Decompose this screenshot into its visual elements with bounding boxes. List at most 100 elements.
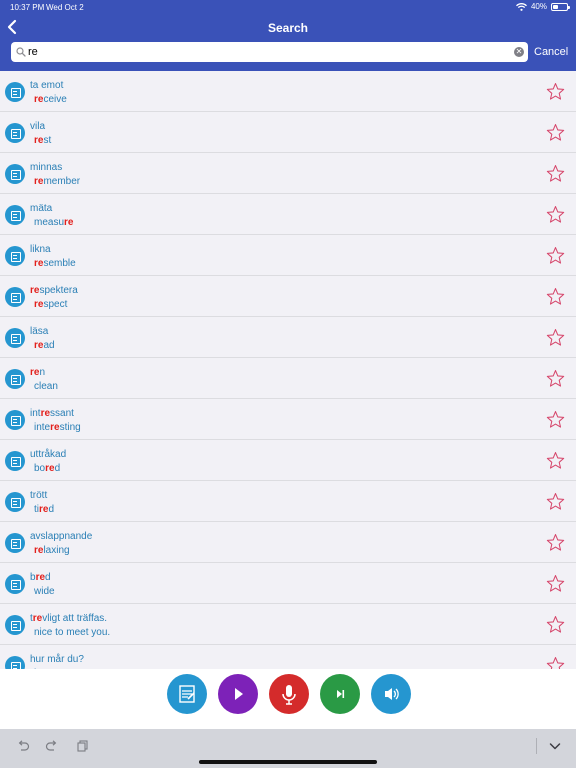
word-segment: vila: [30, 121, 46, 132]
match-highlight: re: [40, 408, 51, 419]
word-segment: spect: [43, 299, 68, 310]
flashcard-icon: [5, 246, 25, 266]
flashcard-icon: [5, 123, 25, 143]
list-item[interactable]: vila rest: [0, 112, 576, 153]
skip-button[interactable]: [320, 674, 360, 714]
list-item[interactable]: trevligt att träffas. nice to meet you.: [0, 604, 576, 645]
star-icon[interactable]: [546, 82, 565, 101]
list-item[interactable]: ta emot receive: [0, 71, 576, 112]
results-list[interactable]: ta emot receive vila rest minnas remember mäta…: [0, 71, 576, 669]
flashcard-icon: [5, 656, 25, 669]
cancel-button[interactable]: Cancel: [534, 46, 568, 58]
word-segment: spektera: [39, 285, 78, 296]
play-button[interactable]: [218, 674, 258, 714]
notes-button[interactable]: [167, 674, 207, 714]
navigation-header: 10:37 PM Wed Oct 2 40% Search ✕ Cancel: [0, 0, 576, 71]
record-button[interactable]: [269, 674, 309, 714]
list-item[interactable]: trött tired: [0, 481, 576, 522]
status-date: Wed Oct 2: [46, 3, 84, 12]
page-title: Search: [267, 21, 309, 35]
swedish-phrase: vila: [30, 121, 45, 132]
star-icon[interactable]: [546, 328, 565, 347]
search-icon: [16, 47, 26, 57]
list-item[interactable]: intressant interesting: [0, 399, 576, 440]
star-icon[interactable]: [546, 410, 565, 429]
search-field[interactable]: ✕: [11, 42, 528, 62]
list-item[interactable]: uttråkad bored: [0, 440, 576, 481]
word-segment: hur mår du?: [30, 654, 84, 665]
skip-next-icon: [320, 690, 360, 718]
word-segment: semble: [43, 258, 76, 269]
toolbar-divider: [536, 738, 537, 754]
star-icon[interactable]: [546, 205, 565, 224]
list-item[interactable]: minnas remember: [0, 153, 576, 194]
speaker-icon: [371, 688, 411, 718]
word-segment: measu: [34, 217, 65, 228]
list-item[interactable]: bred wide: [0, 563, 576, 604]
star-icon[interactable]: [546, 492, 565, 511]
play-icon: [218, 688, 258, 718]
flashcard-icon: [5, 328, 25, 348]
star-icon[interactable]: [546, 656, 565, 669]
status-bar: 10:37 PM Wed Oct 2 40%: [0, 0, 576, 14]
word-segment: wide: [34, 586, 55, 597]
list-item[interactable]: ren clean: [0, 358, 576, 399]
word-segment: nice to meet you.: [34, 627, 111, 638]
english-translation: remember: [34, 176, 80, 187]
english-translation: relaxing: [34, 545, 70, 556]
list-item[interactable]: respektera respect: [0, 276, 576, 317]
word-segment: avslappnande: [30, 531, 93, 542]
star-icon[interactable]: [546, 287, 565, 306]
star-icon[interactable]: [546, 369, 565, 388]
star-icon[interactable]: [546, 451, 565, 470]
star-icon[interactable]: [546, 246, 565, 265]
home-indicator: [199, 760, 377, 764]
list-item[interactable]: hur mår du?how are you?: [0, 645, 576, 669]
match-highlight: re: [35, 572, 46, 583]
keyboard-shortcut-bar: [0, 729, 576, 768]
flashcard-icon: [5, 410, 25, 430]
word-segment: inte: [34, 422, 51, 433]
star-icon[interactable]: [546, 574, 565, 593]
star-icon[interactable]: [546, 533, 565, 552]
speaker-button[interactable]: [371, 674, 411, 714]
search-input[interactable]: [28, 44, 498, 60]
star-icon[interactable]: [546, 615, 565, 634]
redo-icon[interactable]: [45, 739, 59, 753]
undo-icon[interactable]: [16, 739, 30, 753]
flashcard-icon: [5, 369, 25, 389]
word-segment: uttråkad: [30, 449, 67, 460]
status-time: 10:37 PM: [10, 3, 45, 12]
audio-controls: [0, 669, 576, 729]
star-icon[interactable]: [546, 164, 565, 183]
english-translation: bored: [34, 463, 60, 474]
list-item[interactable]: avslappnande relaxing: [0, 522, 576, 563]
word-segment: member: [43, 176, 81, 187]
word-segment: trött: [30, 490, 48, 501]
flashcard-icon: [5, 492, 25, 512]
list-item[interactable]: mäta measure: [0, 194, 576, 235]
word-segment: läsa: [30, 326, 49, 337]
swedish-phrase: trevligt att träffas.: [30, 613, 107, 624]
keyboard-dismiss-icon[interactable]: [548, 739, 562, 753]
flashcard-icon: [5, 82, 25, 102]
notes-icon: [167, 685, 207, 718]
flashcard-icon: [5, 574, 25, 594]
english-translation: nice to meet you.: [34, 627, 110, 638]
word-segment: d: [54, 463, 61, 474]
word-segment: bo: [34, 463, 46, 474]
word-segment: ad: [43, 340, 55, 351]
swedish-phrase: ta emot: [30, 80, 63, 91]
word-segment: st: [43, 135, 52, 146]
list-item[interactable]: läsa read: [0, 317, 576, 358]
english-translation: interesting: [34, 422, 81, 433]
match-highlight: re: [50, 422, 60, 433]
star-icon[interactable]: [546, 123, 565, 142]
clear-search-icon[interactable]: ✕: [514, 47, 524, 57]
wifi-icon: [516, 2, 527, 11]
english-translation: rest: [34, 135, 51, 146]
english-translation: measure: [34, 217, 73, 228]
list-item[interactable]: likna resemble: [0, 235, 576, 276]
paste-icon[interactable]: [76, 739, 90, 753]
english-translation: wide: [34, 586, 55, 597]
